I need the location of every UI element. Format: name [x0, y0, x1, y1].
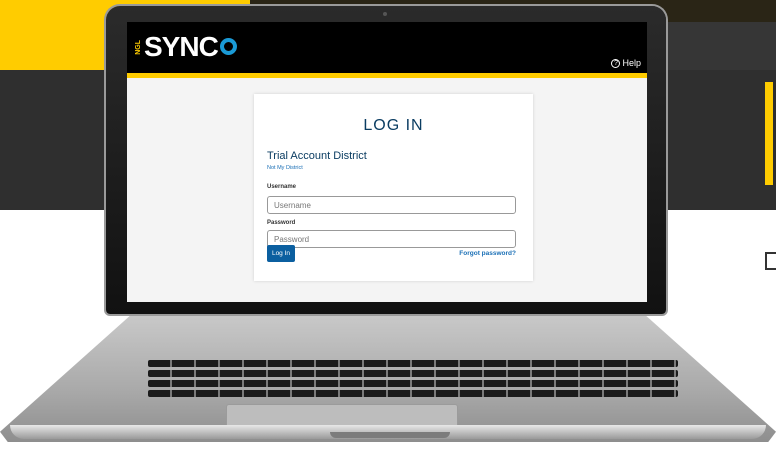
laptop-keyboard — [148, 360, 678, 400]
login-card: LOG IN Trial Account District Not My Dis… — [254, 94, 533, 281]
logo-ngl-text: NGL — [135, 39, 142, 55]
background-yellow-bar — [765, 82, 773, 185]
laptop-notch — [330, 432, 450, 438]
laptop-lid: NGL SYNC ? Help LOG IN Trial Account Dis… — [106, 6, 666, 314]
help-label: Help — [622, 58, 641, 68]
username-label: Username — [267, 184, 297, 190]
forgot-password-link[interactable]: Forgot password? — [459, 250, 516, 257]
password-input[interactable] — [267, 230, 516, 248]
laptop-screen: NGL SYNC ? Help LOG IN Trial Account Dis… — [127, 22, 647, 302]
help-link[interactable]: ? Help — [611, 58, 641, 68]
question-circle-icon: ? — [611, 58, 621, 68]
district-name: Trial Account District — [267, 150, 367, 162]
ngl-sync-logo: NGL SYNC — [135, 32, 237, 62]
password-label: Password — [267, 220, 296, 226]
power-icon — [219, 37, 237, 55]
login-button[interactable]: Log In — [267, 245, 295, 262]
logo-sync-text: SYNC — [144, 31, 219, 62]
camera-icon — [383, 12, 387, 16]
username-input[interactable] — [267, 196, 516, 214]
app-header: NGL SYNC ? Help — [127, 22, 647, 78]
background-checkbox — [765, 252, 776, 270]
login-title: LOG IN — [363, 117, 424, 134]
not-my-district-link[interactable]: Not My District — [267, 165, 303, 171]
